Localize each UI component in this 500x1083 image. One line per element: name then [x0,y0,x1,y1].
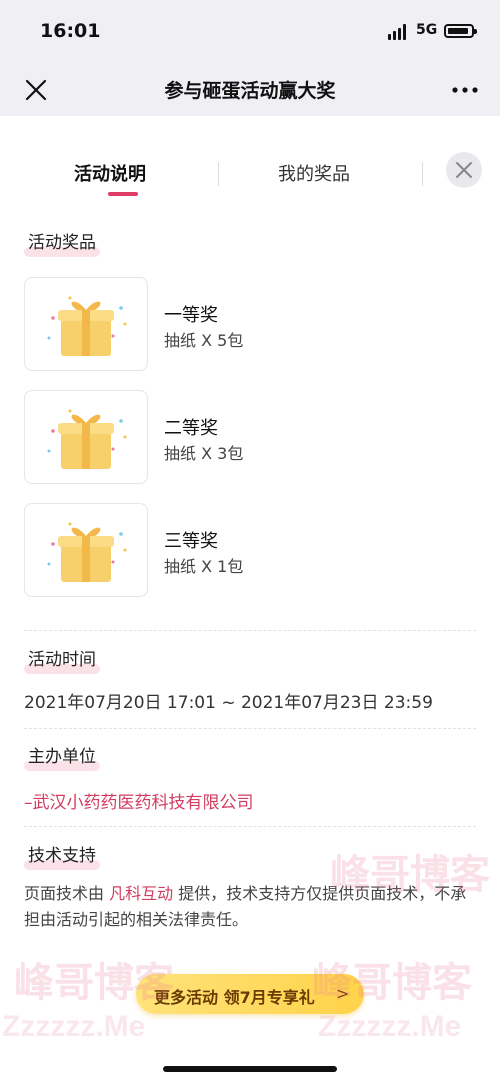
tab-activity-info[interactable]: 活动说明 [74,160,146,186]
section-title-prizes: 活动奖品 [24,228,100,257]
tab-divider [422,162,423,186]
prize-desc: 抽纸 X 3包 [164,444,244,463]
section-title-text: 活动时间 [28,650,96,670]
organizer-name[interactable]: –武汉小药药医药科技有限公司 [24,788,254,813]
close-icon [456,162,472,178]
prize-desc: 抽纸 X 1包 [164,557,244,576]
activity-time: 2021年07月20日 17:01 ~ 2021年07月23日 23:59 [24,693,433,713]
prize-desc: 抽纸 X 5包 [164,331,244,350]
tab-my-prizes[interactable]: 我的奖品 [278,160,350,186]
nav-bar: 参与砸蛋活动赢大奖 [0,62,500,116]
page-title: 参与砸蛋活动赢大奖 [164,80,336,102]
more-activities-button[interactable]: 更多活动 领7月专享礼 > [136,974,364,1014]
prize-name: 一等奖 [164,305,218,326]
section-divider [24,826,476,827]
section-divider [24,728,476,729]
status-bar: 16:01 5G [0,0,500,62]
support-text: 页面技术由 凡科互动 提供，技术支持方仅提供页面技术，不承担由活动引起的相关法律… [24,881,476,933]
section-title-text: 主办单位 [28,747,96,767]
section-title-text: 技术支持 [28,846,96,866]
tab-divider [218,162,219,186]
status-time: 16:01 [40,20,101,42]
gift-icon [24,503,148,597]
prize-name: 三等奖 [164,531,218,552]
signal-icon [388,24,410,40]
watermark: Zzzzzz.Me [2,1010,146,1043]
section-title-text: 活动奖品 [28,233,96,253]
section-divider [24,630,476,631]
support-provider-link[interactable]: 凡科互动 [109,884,173,903]
network-type: 5G [416,22,438,38]
tab-bar: 活动说明 我的奖品 [0,140,500,200]
chevron-right-icon: > [336,984,350,1003]
prize-item: 三等奖 抽纸 X 1包 [24,503,484,597]
active-tab-indicator [108,192,138,196]
prize-name: 二等奖 [164,418,218,439]
more-icon[interactable] [450,76,480,104]
home-indicator [163,1066,337,1072]
gift-icon [24,277,148,371]
prize-item: 一等奖 抽纸 X 5包 [24,277,484,371]
panel-close-button[interactable] [446,152,482,188]
close-icon[interactable] [22,76,50,104]
battery-icon [444,24,477,38]
section-title-organizer: 主办单位 [24,742,100,771]
prize-item: 二等奖 抽纸 X 3包 [24,390,484,484]
section-title-support: 技术支持 [24,841,100,870]
gift-icon [24,390,148,484]
watermark: Zzzzzz.Me [318,1010,462,1043]
section-title-time: 活动时间 [24,645,100,674]
promo-label: 更多活动 领7月专享礼 [154,988,315,1007]
support-prefix: 页面技术由 [24,884,110,903]
